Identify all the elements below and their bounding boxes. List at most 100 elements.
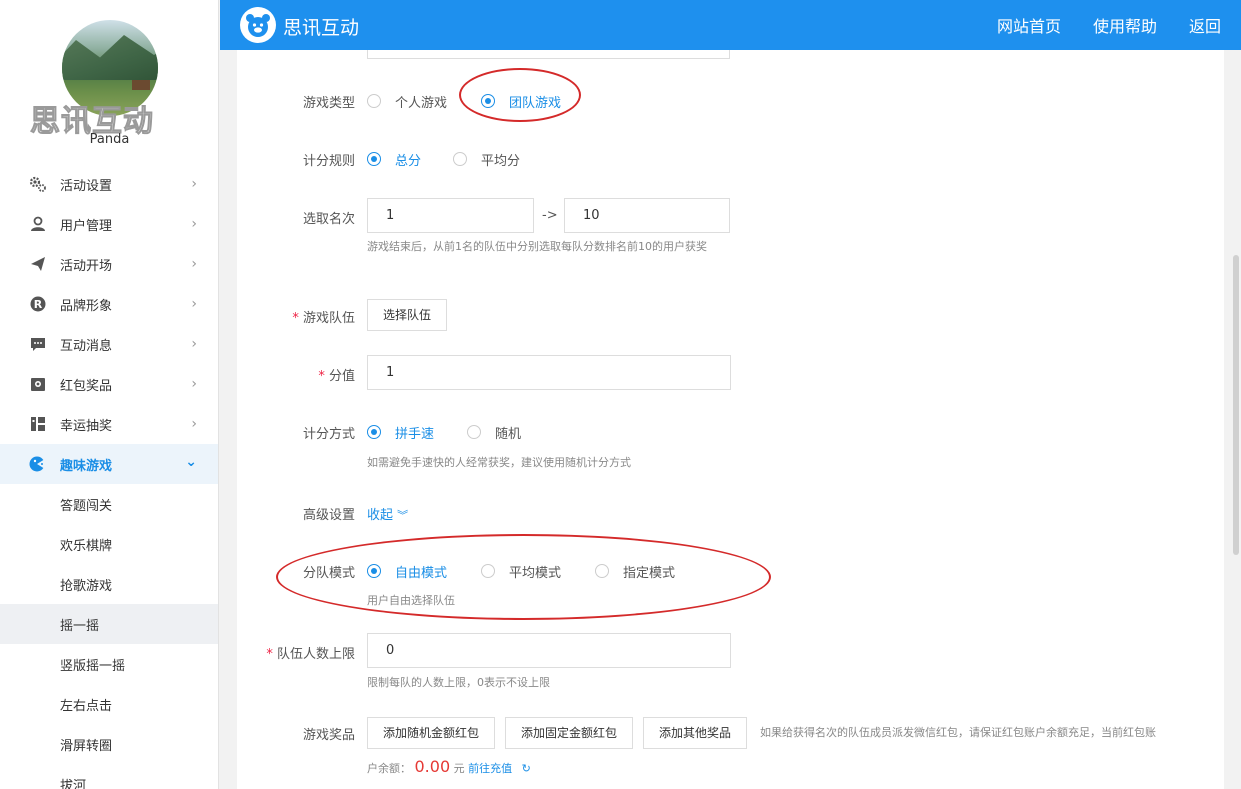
radio-label: 平均模式: [509, 566, 562, 581]
balance-row: 户余额： 0.00 元 前往充值 ↻: [367, 758, 531, 778]
gears-icon: [29, 175, 47, 193]
radio-label: 自由模式: [395, 566, 448, 581]
prize-notice: 如果给获得名次的队伍成员派发微信红包，请保证红包账户余额充足，当前红包账: [760, 726, 1156, 739]
help-link[interactable]: 使用帮助: [1093, 13, 1157, 37]
chevron-right-icon: ›: [191, 336, 197, 352]
add-fixed-red-packet-button[interactable]: 添加固定金额红包: [505, 717, 633, 749]
sidebar-item-red-packet-prizes[interactable]: 红包奖品 ›: [0, 364, 218, 404]
rank-to-input[interactable]: 10: [564, 198, 730, 233]
registered-icon: R: [29, 295, 47, 313]
chevron-right-icon: ›: [191, 176, 197, 192]
radio-label: 总分: [395, 154, 422, 169]
refresh-icon[interactable]: ↻: [522, 762, 531, 775]
radio-label: 平均分: [481, 154, 521, 169]
form-panel: 游戏类型 个人游戏 团队游戏 计分规则 总分 平均分 选取名次 1 -> 10 …: [237, 50, 1224, 789]
score-value-input[interactable]: 1: [367, 355, 731, 390]
radio-label: 团队游戏: [509, 96, 562, 111]
team-mode-label: 分队模式: [302, 566, 355, 581]
radio-average-score[interactable]: [453, 152, 467, 166]
back-link[interactable]: 返回: [1189, 13, 1221, 37]
gift-icon: [29, 375, 47, 393]
submenu-item[interactable]: 抢歌游戏: [0, 564, 218, 604]
double-chevron-down-icon: ︾: [397, 509, 409, 522]
team-label-text: 游戏队伍: [302, 311, 355, 326]
team-limit-hint: 限制每队的人数上限，0表示不设上限: [367, 676, 550, 689]
sidebar-item-interactive-messages[interactable]: 互动消息 ›: [0, 324, 218, 364]
add-other-prize-button[interactable]: 添加其他奖品: [643, 717, 747, 749]
balance-label: 户余额：: [367, 762, 411, 775]
user-icon: [29, 215, 47, 233]
radio-personal-game[interactable]: [367, 94, 381, 108]
sidebar-item-label: 品牌形象: [60, 298, 113, 314]
avatar-landscape: [62, 35, 158, 80]
sidebar-item-label: 红包奖品: [60, 378, 113, 394]
rank-label: 选取名次: [302, 212, 355, 227]
sidebar-item-user-management[interactable]: 用户管理 ›: [0, 204, 218, 244]
chat-icon: [29, 335, 47, 353]
avatar-hut: [132, 80, 150, 90]
team-limit-label: * 队伍人数上限: [237, 643, 355, 662]
paper-plane-icon: [29, 255, 47, 273]
prize-label: 游戏奖品: [302, 728, 355, 743]
submenu-item[interactable]: 竖版摇一摇: [0, 644, 218, 684]
sidebar-item-label: 活动设置: [60, 178, 113, 194]
radio-team-game[interactable]: [481, 94, 495, 108]
team-limit-input[interactable]: 0: [367, 633, 731, 668]
advanced-label: 高级设置: [302, 508, 355, 523]
submenu-item[interactable]: 答题闯关: [0, 484, 218, 524]
radio-total-score[interactable]: [367, 152, 381, 166]
team-limit-label-text: 队伍人数上限: [276, 647, 355, 662]
chevron-right-icon: ›: [191, 256, 197, 272]
submenu-item[interactable]: 滑屏转圈: [0, 724, 218, 764]
submenu-item-active[interactable]: 摇一摇: [0, 604, 218, 644]
rank-hint: 游戏结束后，从前1名的队伍中分别选取每队分数排名前10的用户获奖: [367, 240, 707, 253]
username: Panda: [89, 132, 130, 147]
score-value-label-text: 分值: [328, 369, 355, 384]
radio-random[interactable]: [467, 425, 481, 439]
chevron-right-icon: ›: [191, 416, 197, 432]
submenu-item[interactable]: 拔河: [0, 764, 218, 789]
required-mark: *: [318, 369, 325, 384]
sidebar-item-lucky-draw[interactable]: 幸运抽奖 ›: [0, 404, 218, 444]
sidebar-item-label: 用户管理: [60, 218, 113, 234]
sidebar-item-activity-opening[interactable]: 活动开场 ›: [0, 244, 218, 284]
radio-free-mode[interactable]: [367, 564, 381, 578]
scrollbar[interactable]: [1233, 255, 1239, 555]
score-rule-label: 计分规则: [302, 154, 355, 169]
recharge-link[interactable]: 前往充值: [468, 762, 512, 775]
sidebar-item-label: 活动开场: [60, 258, 113, 274]
select-team-button[interactable]: 选择队伍: [367, 299, 447, 331]
balance-amount: 0.00: [414, 757, 451, 776]
radio-average-mode[interactable]: [481, 564, 495, 578]
add-random-red-packet-button[interactable]: 添加随机金额红包: [367, 717, 495, 749]
sidebar-menu: 活动设置 › 用户管理 › 活动开场 › R 品牌形象 › 互动消息 › 红包奖…: [0, 164, 218, 789]
sidebar-item-activity-settings[interactable]: 活动设置 ›: [0, 164, 218, 204]
chevron-right-icon: ›: [191, 216, 197, 232]
collapse-toggle-label: 收起: [367, 508, 394, 523]
chevron-right-icon: ›: [191, 296, 197, 312]
home-link[interactable]: 网站首页: [997, 13, 1061, 37]
sidebar: 思讯互动 Panda 活动设置 › 用户管理 › 活动开场 › R 品牌形象 ›…: [0, 0, 219, 789]
chevron-right-icon: ›: [191, 376, 197, 392]
sidebar-item-brand-image[interactable]: R 品牌形象 ›: [0, 284, 218, 324]
balance-currency: 元: [453, 762, 465, 775]
submenu-item[interactable]: 欢乐棋牌: [0, 524, 218, 564]
top-bar: 思讯互动 网站首页 使用帮助 返回: [220, 0, 1241, 50]
radio-assigned-mode[interactable]: [595, 564, 609, 578]
sidebar-item-fun-games[interactable]: 趣味游戏 ⌄: [0, 444, 218, 484]
sidebar-item-label: 互动消息: [60, 338, 113, 354]
submenu-item[interactable]: 左右点击: [0, 684, 218, 724]
cropped-input[interactable]: [367, 50, 730, 59]
sidebar-item-label: 幸运抽奖: [60, 418, 113, 434]
top-nav: 网站首页 使用帮助 返回: [985, 0, 1241, 50]
radio-label: 拼手速: [395, 427, 435, 442]
radio-label: 随机: [495, 427, 522, 442]
rank-separator: ->: [542, 208, 558, 223]
game-type-label: 游戏类型: [302, 96, 355, 111]
required-mark: *: [292, 311, 299, 326]
sidebar-item-label: 趣味游戏: [60, 458, 113, 474]
score-value-label: * 分值: [237, 365, 355, 384]
collapse-toggle[interactable]: 收起 ︾: [367, 504, 408, 523]
radio-speed[interactable]: [367, 425, 381, 439]
rank-from-input[interactable]: 1: [367, 198, 534, 233]
